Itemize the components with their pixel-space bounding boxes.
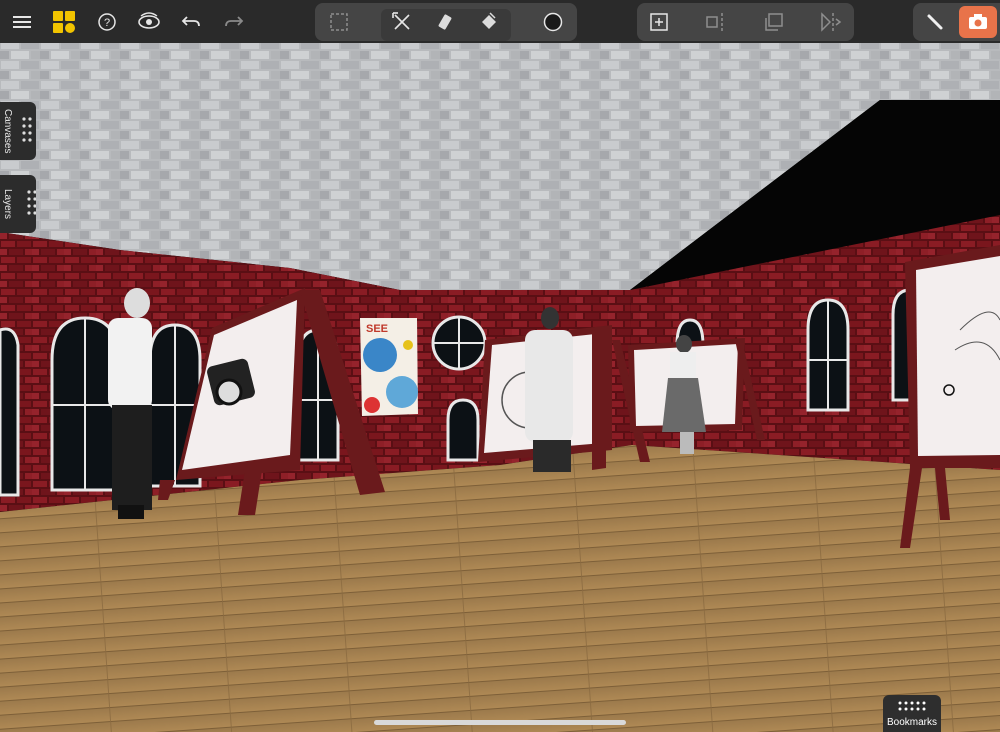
layers-tab[interactable]: Layers bbox=[0, 175, 36, 233]
window bbox=[446, 398, 480, 462]
color-picker-icon[interactable] bbox=[539, 8, 567, 36]
man-figure-left bbox=[108, 288, 152, 519]
drag-handle-icon bbox=[27, 190, 36, 215]
paint-bucket-icon[interactable] bbox=[475, 8, 503, 36]
mirror-icon[interactable] bbox=[817, 8, 845, 36]
poster-text: SEE bbox=[366, 323, 388, 335]
top-toolbar: ? bbox=[0, 0, 1000, 43]
mode-toggle bbox=[913, 3, 1000, 41]
tools-group bbox=[315, 3, 577, 41]
brush-icon[interactable] bbox=[917, 6, 953, 38]
canvases-tab-label: Canvases bbox=[2, 108, 13, 154]
menu-icon[interactable] bbox=[8, 8, 36, 36]
wall-poster: SEE bbox=[360, 318, 418, 416]
undo-icon[interactable] bbox=[178, 9, 204, 35]
camera-icon[interactable] bbox=[959, 6, 997, 38]
selection-marquee-icon[interactable] bbox=[325, 8, 353, 36]
align-icon[interactable] bbox=[702, 8, 730, 36]
window bbox=[0, 327, 20, 497]
layers-tab-label: Layers bbox=[2, 188, 13, 219]
3d-scene-viewport[interactable]: SEE bbox=[0, 0, 1000, 732]
eraser-icon[interactable] bbox=[432, 8, 460, 36]
redo-icon[interactable] bbox=[221, 9, 247, 35]
add-canvas-icon[interactable] bbox=[645, 8, 673, 36]
svg-text:?: ? bbox=[104, 17, 110, 29]
grid-dots-icon bbox=[898, 701, 926, 711]
canvas-tools-group bbox=[637, 3, 854, 41]
view-eye-icon[interactable] bbox=[135, 8, 163, 36]
help-icon[interactable]: ? bbox=[94, 9, 120, 35]
home-indicator[interactable] bbox=[374, 720, 626, 725]
bookmarks-label: Bookmarks bbox=[886, 717, 937, 728]
duplicate-icon[interactable] bbox=[760, 8, 788, 36]
app-logo-icon[interactable] bbox=[52, 10, 76, 34]
canvases-tab[interactable]: Canvases bbox=[0, 102, 36, 160]
drag-handle-icon bbox=[22, 117, 32, 142]
transform-tool-icon[interactable] bbox=[388, 8, 416, 36]
bookmarks-button[interactable]: Bookmarks bbox=[883, 695, 941, 732]
